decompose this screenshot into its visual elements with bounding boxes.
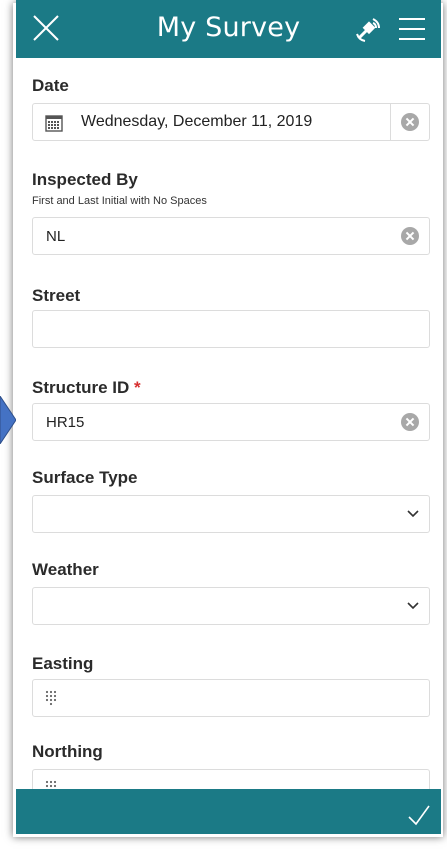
calendar-icon (45, 115, 63, 132)
clear-structure-id-icon[interactable] (401, 413, 419, 431)
checkmark-icon[interactable] (407, 803, 431, 827)
pointer-arrow (0, 396, 16, 444)
structure-id-value: HR15 (46, 414, 85, 431)
inspected-by-field[interactable]: NL (32, 217, 430, 255)
surface-type-dropdown[interactable] (32, 495, 430, 533)
header-bar: My Survey (16, 0, 441, 58)
footer-bar (16, 789, 441, 834)
surface-type-label: Surface Type (32, 468, 138, 487)
easting-field[interactable] (32, 679, 430, 717)
chevron-down-icon (407, 602, 419, 610)
clear-inspected-by-icon[interactable] (401, 227, 419, 245)
inspected-by-value: NL (46, 228, 66, 245)
date-value: Wednesday, December 11, 2019 (81, 113, 313, 130)
structure-id-field[interactable]: HR15 (32, 403, 430, 441)
hamburger-menu-icon[interactable] (398, 16, 426, 42)
divider (390, 104, 391, 140)
street-field[interactable] (32, 310, 430, 348)
clear-date-icon[interactable] (401, 113, 419, 131)
easting-label: Easting (32, 654, 94, 673)
northing-label: Northing (32, 742, 103, 761)
inspected-by-hint: First and Last Initial with No Spaces (32, 195, 207, 207)
weather-dropdown[interactable] (32, 587, 430, 625)
structure-id-label: Structure ID * (32, 378, 141, 398)
gps-signal-icon[interactable] (353, 14, 383, 44)
date-label: Date (32, 76, 69, 95)
weather-label: Weather (32, 560, 99, 579)
required-marker: * (134, 378, 141, 397)
chevron-down-icon (407, 510, 419, 518)
inspected-by-label: Inspected By (32, 170, 138, 189)
date-field[interactable]: Wednesday, December 11, 2019 (32, 103, 430, 141)
keypad-icon (45, 690, 57, 706)
street-label: Street (32, 286, 81, 305)
structure-id-label-text: Structure ID (32, 378, 130, 397)
